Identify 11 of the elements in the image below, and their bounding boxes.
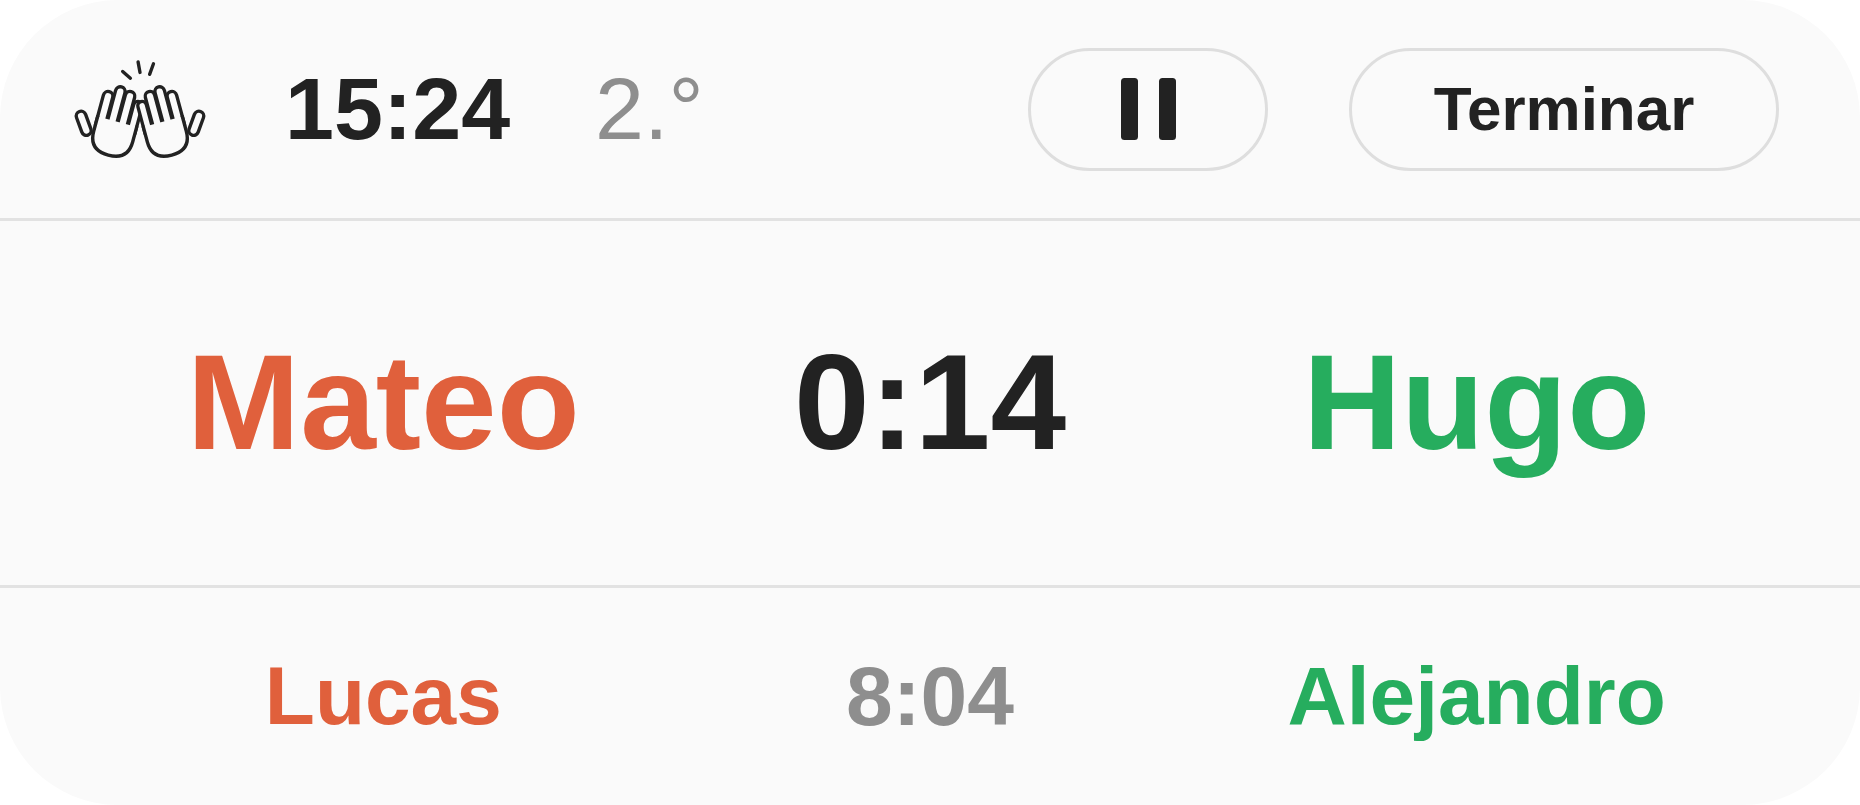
clock-time: 15:24	[285, 58, 511, 161]
pause-button[interactable]	[1028, 47, 1268, 171]
pause-icon	[1120, 78, 1176, 140]
player-name: Lucas	[264, 649, 502, 744]
player-name: Mateo	[186, 325, 580, 481]
player-name: Alejandro	[1287, 649, 1666, 744]
match-timer: 0:14	[793, 325, 1067, 481]
match-timer: 8:04	[845, 648, 1015, 746]
player-name: Hugo	[1302, 325, 1651, 481]
period-label: 2.°	[595, 58, 704, 161]
end-button[interactable]: Terminar	[1349, 47, 1779, 171]
